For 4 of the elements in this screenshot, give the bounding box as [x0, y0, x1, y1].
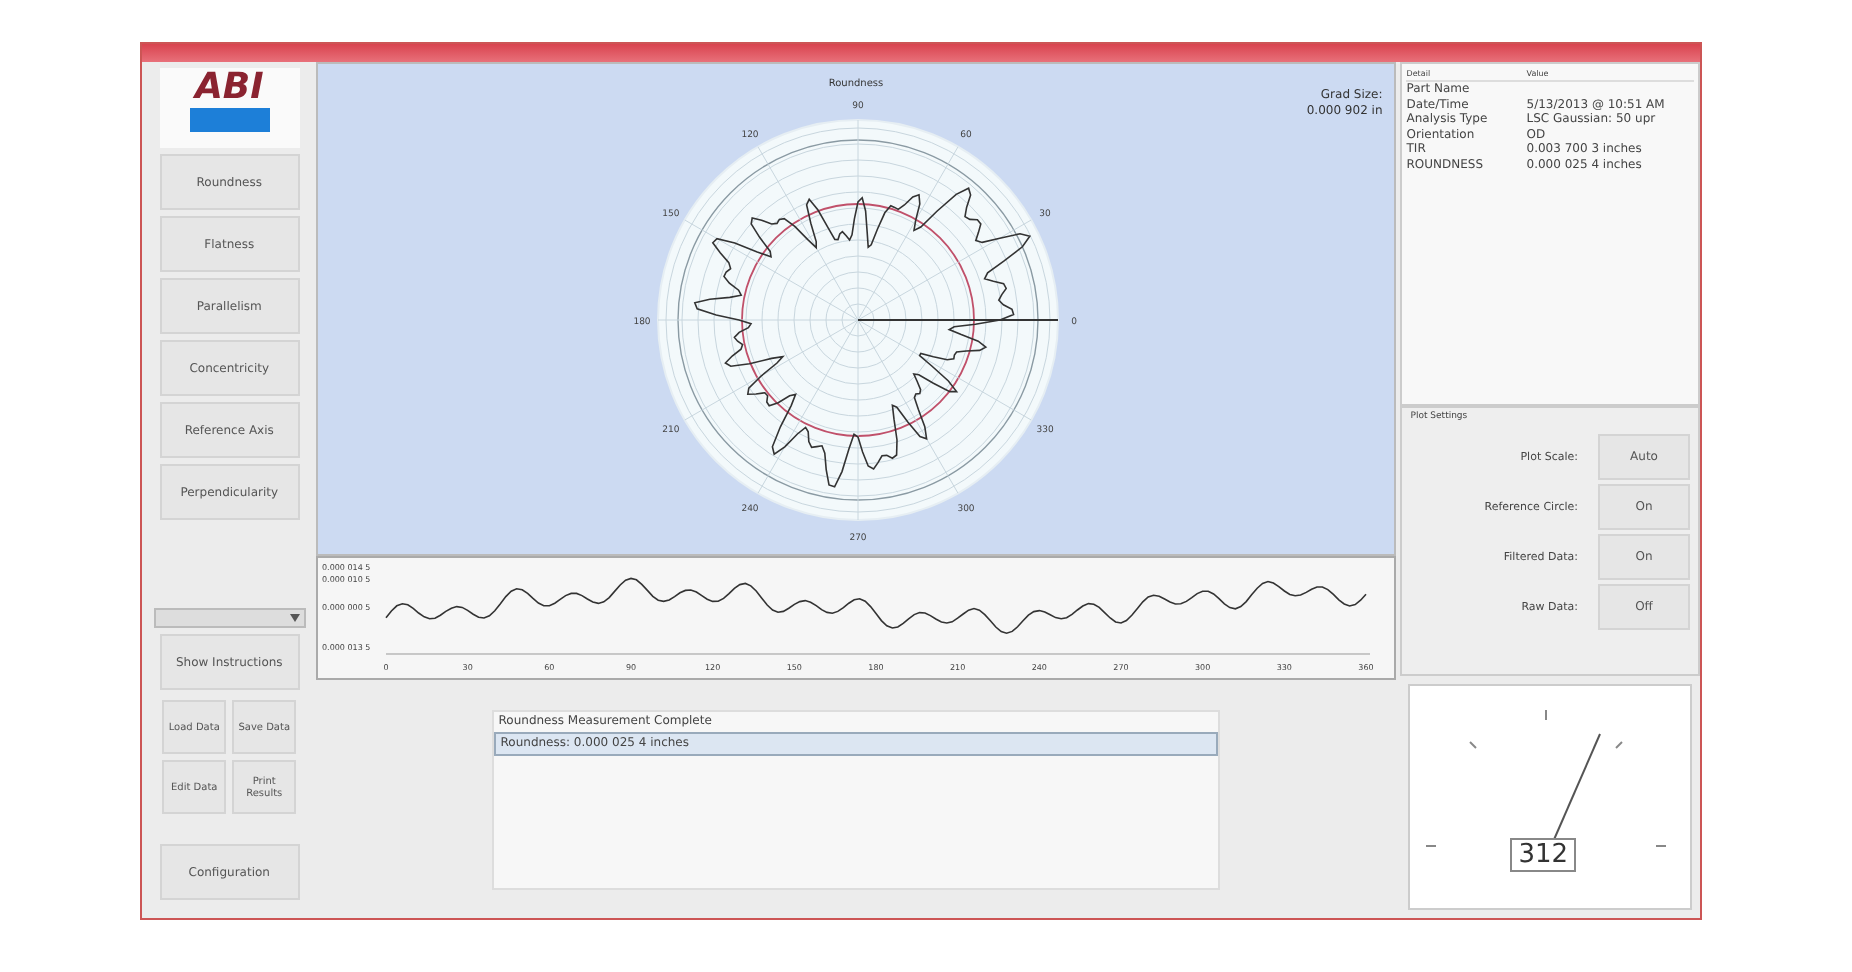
dropdown[interactable]: [153, 608, 306, 628]
caret-icon: [289, 614, 300, 622]
gauge-reading: 312: [1510, 838, 1577, 872]
logo: ABI: [159, 68, 300, 148]
